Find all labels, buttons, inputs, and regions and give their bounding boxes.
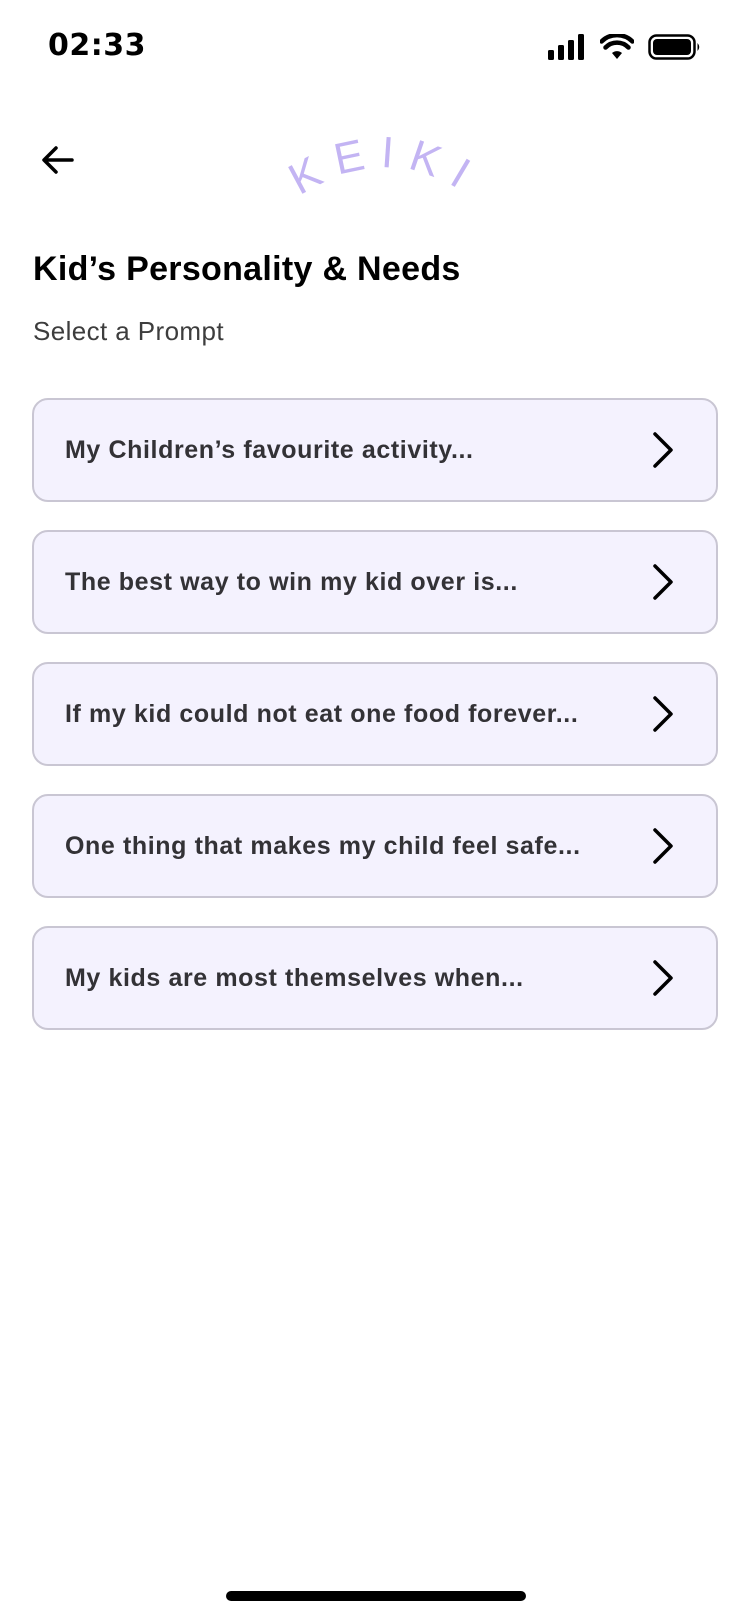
keiki-logo: KEIKI <box>281 128 485 210</box>
cellular-signal-icon <box>548 34 586 60</box>
page-title: Kid’s Personality & Needs <box>33 250 461 288</box>
wifi-icon <box>600 34 634 60</box>
prompt-label: My kids are most themselves when... <box>65 963 524 992</box>
prompt-item-most-themselves[interactable]: My kids are most themselves when... <box>32 926 718 1030</box>
status-time: 02:33 <box>48 28 146 63</box>
status-icons <box>548 34 702 60</box>
prompt-label: If my kid could not eat one food forever… <box>65 699 579 728</box>
prompt-label: My Children’s favourite activity... <box>65 435 474 464</box>
logo-text: KEIKI <box>285 130 485 205</box>
prompt-list: My Children’s favourite activity... The … <box>32 398 718 1058</box>
battery-icon <box>648 34 702 60</box>
home-indicator[interactable] <box>226 1591 526 1601</box>
chevron-right-icon <box>648 826 678 866</box>
chevron-right-icon <box>648 562 678 602</box>
chevron-right-icon <box>648 694 678 734</box>
back-button[interactable] <box>34 138 82 186</box>
prompt-item-win-kid-over[interactable]: The best way to win my kid over is... <box>32 530 718 634</box>
prompt-item-feel-safe[interactable]: One thing that makes my child feel safe.… <box>32 794 718 898</box>
prompt-item-favourite-activity[interactable]: My Children’s favourite activity... <box>32 398 718 502</box>
prompt-item-one-food-forever[interactable]: If my kid could not eat one food forever… <box>32 662 718 766</box>
prompt-label: One thing that makes my child feel safe.… <box>65 831 581 860</box>
page-subtitle: Select a Prompt <box>33 316 224 346</box>
chevron-right-icon <box>648 958 678 998</box>
status-bar: 02:33 <box>0 0 750 96</box>
chevron-right-icon <box>648 430 678 470</box>
header: KEIKI <box>0 110 750 210</box>
arrow-left-icon <box>38 140 78 185</box>
prompt-label: The best way to win my kid over is... <box>65 567 518 596</box>
